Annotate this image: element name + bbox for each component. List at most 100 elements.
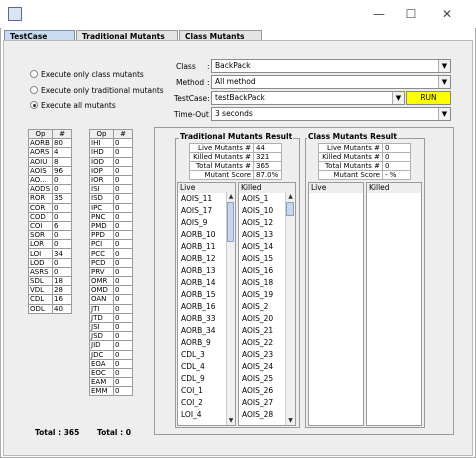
chevron-down-icon[interactable]: ▼ (438, 76, 450, 88)
killed-list-scrollbar[interactable]: ▲ ▼ (285, 192, 295, 425)
table-row[interactable]: CDL 16 (28, 294, 72, 305)
table-row[interactable]: AORS 4 (28, 147, 72, 158)
scroll-thumb[interactable] (286, 202, 294, 216)
table-row[interactable]: EOC 0 (89, 367, 133, 379)
table-row[interactable]: AOIS 96 (28, 165, 72, 176)
count-cell: 0 (113, 303, 133, 314)
stat-label: Live Mutants # (189, 143, 254, 153)
scroll-down-arrow-icon[interactable]: ▼ (227, 416, 235, 425)
operator-cell: AORB (28, 138, 53, 149)
chevron-down-icon[interactable]: ▼ (438, 60, 450, 72)
count-cell: 0 (113, 156, 133, 167)
close-button[interactable]: ✕ (436, 6, 458, 22)
stat-value: 0 (382, 143, 411, 153)
chevron-down-icon[interactable]: ▼ (438, 108, 450, 120)
stat-value: 0 (382, 161, 411, 171)
table-row[interactable]: LOD 0 (28, 257, 72, 268)
table-row[interactable]: LOI 34 (28, 248, 72, 259)
operator-cell: ROR (28, 193, 53, 204)
table-row[interactable]: IOR 0 (89, 174, 133, 186)
scroll-thumb[interactable] (227, 202, 234, 242)
table-row[interactable]: ISD 0 (89, 193, 133, 204)
run-button[interactable]: RUN (406, 91, 451, 105)
table-row[interactable]: OMD 0 (89, 285, 133, 296)
table-row[interactable]: JTD 0 (89, 312, 133, 323)
table-row[interactable]: AOIU 8 (28, 156, 72, 167)
testcase-select[interactable]: testBackPack ▼ (211, 91, 405, 105)
table-row[interactable]: ISI 0 (89, 184, 133, 195)
live-list-scrollbar[interactable]: ▲ ▼ (226, 192, 235, 425)
table-row[interactable]: IOD 0 (89, 156, 133, 167)
table-row[interactable]: ASRS 0 (28, 266, 72, 278)
maximize-button[interactable]: ☐ (400, 6, 422, 22)
table-row[interactable]: OAN 0 (89, 294, 133, 305)
table-row[interactable]: AODS 0 (28, 184, 72, 195)
traditional-stats-table: Live Mutants #44 Killed Mutants #321 Total… (189, 143, 282, 180)
operator-cell: AODS (28, 184, 53, 195)
class-live-list[interactable]: Live (308, 182, 364, 426)
table-row[interactable]: IHD 0 (89, 147, 133, 158)
operator-cell: PNC (89, 211, 114, 222)
operator-cell: IOR (89, 174, 114, 186)
table-row[interactable]: PMD 0 (89, 220, 133, 232)
count-cell: 0 (113, 165, 133, 176)
table-row[interactable]: ROR 35 (28, 193, 72, 204)
table-row[interactable]: IPC 0 (89, 202, 133, 213)
operator-cell: PCI (89, 239, 114, 250)
chevron-down-icon[interactable]: ▼ (392, 92, 404, 104)
column-header-count[interactable]: # (113, 128, 133, 140)
table-row[interactable]: JID 0 (89, 340, 133, 351)
table-row[interactable]: COD 0 (28, 211, 72, 222)
table-row[interactable]: PPD 0 (89, 230, 133, 241)
table-row[interactable]: PNC 0 (89, 211, 133, 222)
count-cell: 0 (113, 147, 133, 158)
timeout-select[interactable]: 3 seconds ▼ (211, 107, 451, 121)
table-row[interactable]: PCD 0 (89, 257, 133, 268)
table-row[interactable]: EMM 0 (89, 386, 133, 397)
method-label: Method (176, 78, 205, 87)
column-header-count[interactable]: # (52, 128, 72, 140)
radio-indicator-selected[interactable] (30, 101, 38, 109)
radio-traditional-mutants[interactable]: Execute only traditional mutants (30, 85, 164, 97)
table-row[interactable]: EOA 0 (89, 358, 133, 369)
class-select[interactable]: BackPack ▼ (211, 59, 451, 73)
radio-class-mutants[interactable]: Execute only class mutants (30, 69, 144, 81)
operator-cell: COD (28, 211, 53, 222)
table-row[interactable]: AORB 80 (28, 138, 72, 149)
class-killed-list[interactable]: Killed (366, 182, 422, 426)
scroll-up-arrow-icon[interactable]: ▲ (286, 192, 295, 201)
table-row[interactable]: OMR 0 (89, 275, 133, 287)
minimize-button[interactable]: — (368, 6, 390, 22)
table-row[interactable]: LOR 0 (28, 239, 72, 250)
table-row[interactable]: JSI 0 (89, 321, 133, 333)
table-row[interactable]: JTI 0 (89, 303, 133, 314)
column-header-op[interactable]: Op (28, 128, 53, 140)
radio-indicator[interactable] (30, 86, 38, 94)
count-cell: 0 (52, 174, 72, 186)
table-row[interactable]: PCI 0 (89, 239, 133, 250)
scroll-up-arrow-icon[interactable]: ▲ (227, 192, 235, 201)
killed-list-header: Killed (367, 183, 421, 193)
table-row[interactable]: AO... 0 (28, 174, 72, 186)
table-row[interactable]: SOR 0 (28, 230, 72, 241)
scroll-down-arrow-icon[interactable]: ▼ (286, 416, 295, 425)
count-cell: 0 (113, 377, 133, 388)
column-header-op[interactable]: Op (89, 128, 114, 140)
table-row[interactable]: EAM 0 (89, 377, 133, 388)
table-row[interactable]: SDL 18 (28, 275, 72, 287)
radio-indicator[interactable] (30, 70, 38, 78)
table-row[interactable]: JDC 0 (89, 349, 133, 360)
traditional-result-title: Traditional Mutants Result (179, 132, 294, 141)
radio-all-mutants[interactable]: Execute all mutants (30, 100, 116, 112)
table-row[interactable]: PRV 0 (89, 266, 133, 278)
table-row[interactable]: COR 0 (28, 202, 72, 213)
table-row[interactable]: IHI 0 (89, 138, 133, 149)
table-row[interactable]: COI 6 (28, 220, 72, 232)
table-row[interactable]: IOP 0 (89, 165, 133, 176)
table-row[interactable]: JSD 0 (89, 331, 133, 342)
method-select[interactable]: All method ▼ (211, 75, 451, 89)
table-row[interactable]: ODL 40 (28, 303, 72, 314)
table-row[interactable]: VDL 28 (28, 285, 72, 296)
stat-row: Live Mutants #44 (189, 143, 282, 153)
table-row[interactable]: PCC 0 (89, 248, 133, 259)
